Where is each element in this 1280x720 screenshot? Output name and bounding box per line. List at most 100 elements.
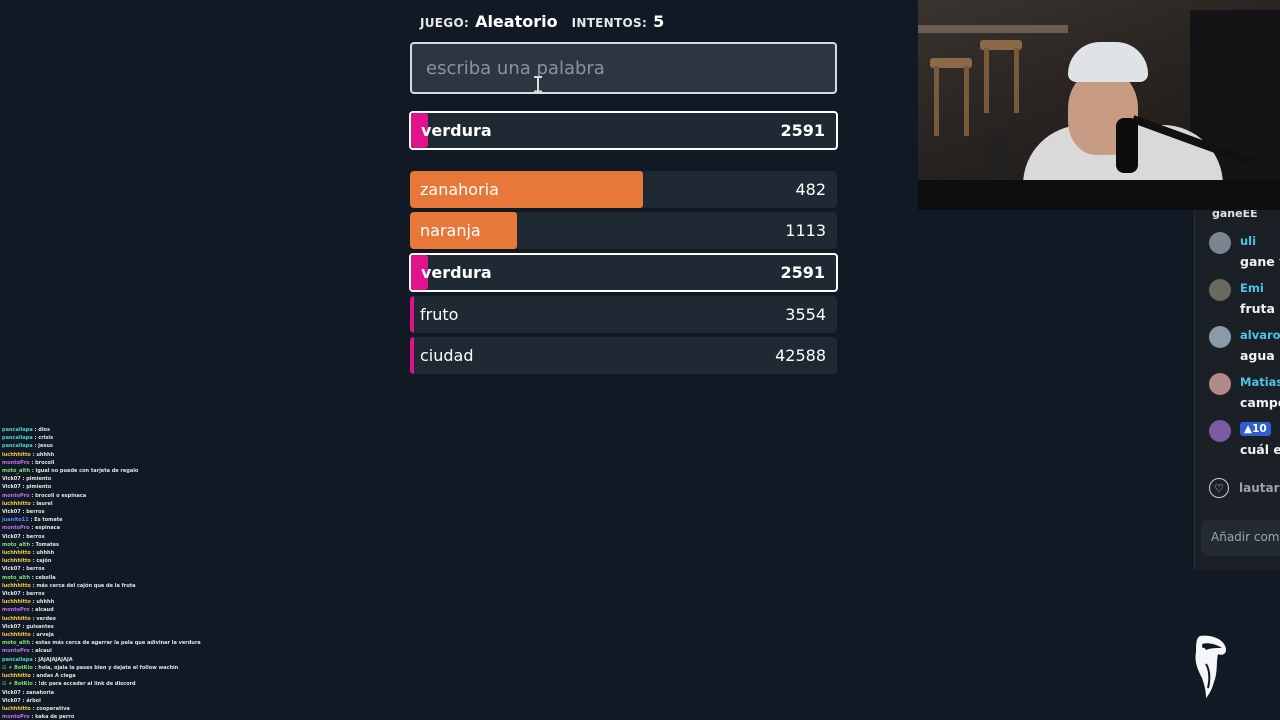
chat-log-username: Vick07 bbox=[2, 476, 21, 483]
webcam-thermos bbox=[986, 135, 1008, 183]
chat-log-line: pancaIlapa : JAJAJAJAJAJA bbox=[2, 656, 202, 664]
chat-log-line: pancaIlapa : dios bbox=[2, 426, 202, 434]
guess-word: zanahoria bbox=[420, 180, 499, 199]
webcam-stool-leg bbox=[934, 66, 939, 136]
chat-log-line: luchhhitto : uhhhh bbox=[2, 451, 202, 459]
chat-log-username: luchhhitto bbox=[2, 500, 31, 507]
chat-log-line: montoPro : kaka de perro bbox=[2, 713, 202, 720]
chat-log-line: luchhhitto : cooperativa bbox=[2, 705, 202, 713]
chat-log-username: moto_alth bbox=[2, 640, 31, 647]
chat-log-text: : laurel bbox=[30, 500, 53, 507]
chat-log-text: : Tomates bbox=[30, 541, 60, 548]
chat-log-text: : igual no puede con tarjeta de regalo bbox=[30, 468, 139, 475]
chat-log-username: moto_alth bbox=[2, 541, 31, 548]
guess-bar bbox=[410, 337, 415, 374]
chat-log-text: : más cerca del cajón que de la fruta bbox=[30, 582, 136, 589]
chat-log-line: moto_alth : Tomates bbox=[2, 541, 202, 549]
chat-log-username: moto_alth bbox=[2, 468, 31, 475]
toucan-logo-icon bbox=[1195, 635, 1226, 698]
chat-log-line: moto_alth : estas más cerca de agarrar l… bbox=[2, 639, 202, 647]
word-input[interactable] bbox=[410, 42, 837, 94]
guess-word: fruto bbox=[420, 305, 459, 324]
chat-log-line: pancaIlapa : jesus bbox=[2, 442, 202, 450]
chat-log-username: montoPro bbox=[2, 459, 30, 466]
chat-log-text: : jesus bbox=[32, 443, 53, 450]
chat-log-line: Vick07 : berros bbox=[2, 533, 202, 541]
chat-log-text: : uhhhh bbox=[30, 550, 55, 557]
chat-log-username: pancaIlapa bbox=[2, 656, 33, 663]
chat-username[interactable]: Emi bbox=[1240, 281, 1264, 295]
chat-username[interactable]: uli bbox=[1240, 234, 1256, 248]
attempts-value: 5 bbox=[653, 12, 665, 31]
chat-log-line: ☑ ✦ BotKio : !dc para acceder al link de… bbox=[2, 680, 202, 688]
guess-word: naranja bbox=[420, 221, 481, 240]
chat-log-username: luchhhitto bbox=[2, 550, 31, 557]
chat-log-line: montoPro : espinaca bbox=[2, 524, 202, 532]
avatar[interactable] bbox=[1209, 420, 1231, 442]
chat-log-line: Vick07 : berros bbox=[2, 590, 202, 598]
chat-log-username: luchhhitto bbox=[2, 673, 31, 680]
chat-log-line: luchhhitto : uhhhh bbox=[2, 598, 202, 606]
chat-log-line: luchhhitto : andas A ciega bbox=[2, 672, 202, 680]
chat-log-line: moto_alth : igual no puede con tarjeta d… bbox=[2, 467, 202, 475]
webcam-stool-leg bbox=[964, 66, 969, 136]
avatar[interactable] bbox=[1209, 326, 1231, 348]
chat-log-text: : verdeo bbox=[30, 615, 56, 622]
chat-log-username: Vick07 bbox=[2, 689, 21, 696]
chat-log-text: : kaka de perro bbox=[29, 714, 75, 720]
chat-log-username: Vick07 bbox=[2, 591, 21, 598]
chat-log-line: luchhhitto : verdeo bbox=[2, 615, 202, 623]
chat-log-username: montoPro bbox=[2, 525, 30, 532]
like-username: lautaro bbox=[1239, 481, 1280, 495]
chat-log-text: : Es tomate bbox=[28, 517, 63, 524]
webcam-feed bbox=[918, 0, 1280, 210]
chat-log-text: : alcaud bbox=[29, 607, 54, 614]
chat-log-text: : andas A ciega bbox=[30, 673, 76, 680]
webcam-desk bbox=[918, 180, 1280, 210]
chat-log-line: montoPro : alcaud bbox=[2, 606, 202, 614]
chat-text: fruta bbox=[1240, 301, 1275, 316]
chat-log-text: : cooperativa bbox=[30, 705, 70, 712]
chat-log-line: Vick07 : berros bbox=[2, 565, 202, 573]
guess-bar bbox=[410, 296, 415, 333]
avatar[interactable] bbox=[1209, 373, 1231, 395]
chat-log-text: : guisantes bbox=[20, 623, 54, 630]
chat-log-line: montoPro : brocoli bbox=[2, 459, 202, 467]
guess-rank: 1113 bbox=[785, 221, 826, 240]
guess-rank: 482 bbox=[795, 180, 826, 199]
attempts-label: INTENTOS: bbox=[571, 16, 648, 30]
chat-log-username: montoPro bbox=[2, 648, 30, 655]
stream-chat-log: pancaIlapa : dios pancaIlapa : crisis panc… bbox=[2, 426, 202, 720]
chat-username[interactable]: alvaros bbox=[1240, 328, 1280, 342]
chat-log-text: : cajón bbox=[30, 558, 52, 565]
chat-username[interactable]: Matias bbox=[1240, 375, 1280, 389]
chat-log-username: Vick07 bbox=[2, 509, 21, 516]
like-row: ♡ lautaro bbox=[1209, 478, 1280, 498]
chat-log-username: luchhhitto bbox=[2, 615, 31, 622]
chat-log-line: ☑ ✦ BotKio : hola, ojala la pases bien y… bbox=[2, 664, 202, 672]
chat-log-line: luchhhitto : cajón bbox=[2, 557, 202, 565]
chat-log-username: ☑ ✦ BotKio bbox=[2, 664, 33, 671]
add-comment-input[interactable]: Añadir come bbox=[1201, 520, 1280, 556]
chat-log-line: luchhhitto : más cerca del cajón que de … bbox=[2, 582, 202, 590]
guess-word: verdura bbox=[421, 263, 492, 282]
subscriber-badge: ▲10 bbox=[1240, 422, 1271, 436]
chat-log-line: luchhhitto : uhhhh bbox=[2, 549, 202, 557]
guess-row: naranja 1113 bbox=[410, 212, 837, 249]
chat-log-text: : arveja bbox=[30, 632, 54, 639]
avatar[interactable] bbox=[1209, 279, 1231, 301]
chat-log-line: moto_alth : cebolla bbox=[2, 574, 202, 582]
chat-log-line: Vick07 : árbol bbox=[2, 697, 202, 705]
chat-log-text: : JAJAJAJAJAJA bbox=[32, 656, 73, 663]
avatar[interactable] bbox=[1209, 232, 1231, 254]
guess-rank: 3554 bbox=[785, 305, 826, 324]
chat-log-line: juanito11 : Es tomate bbox=[2, 516, 202, 524]
chat-log-username: ☑ ✦ BotKio bbox=[2, 681, 33, 688]
chat-log-line: luchhhitto : laurel bbox=[2, 500, 202, 508]
chat-log-text: : uhhhh bbox=[30, 599, 55, 606]
guess-rank: 42588 bbox=[775, 346, 826, 365]
chat-log-username: luchhhitto bbox=[2, 599, 31, 606]
heart-icon[interactable]: ♡ bbox=[1209, 478, 1229, 498]
chat-log-text: : árbol bbox=[20, 697, 41, 704]
chat-log-username: luchhhitto bbox=[2, 451, 31, 458]
